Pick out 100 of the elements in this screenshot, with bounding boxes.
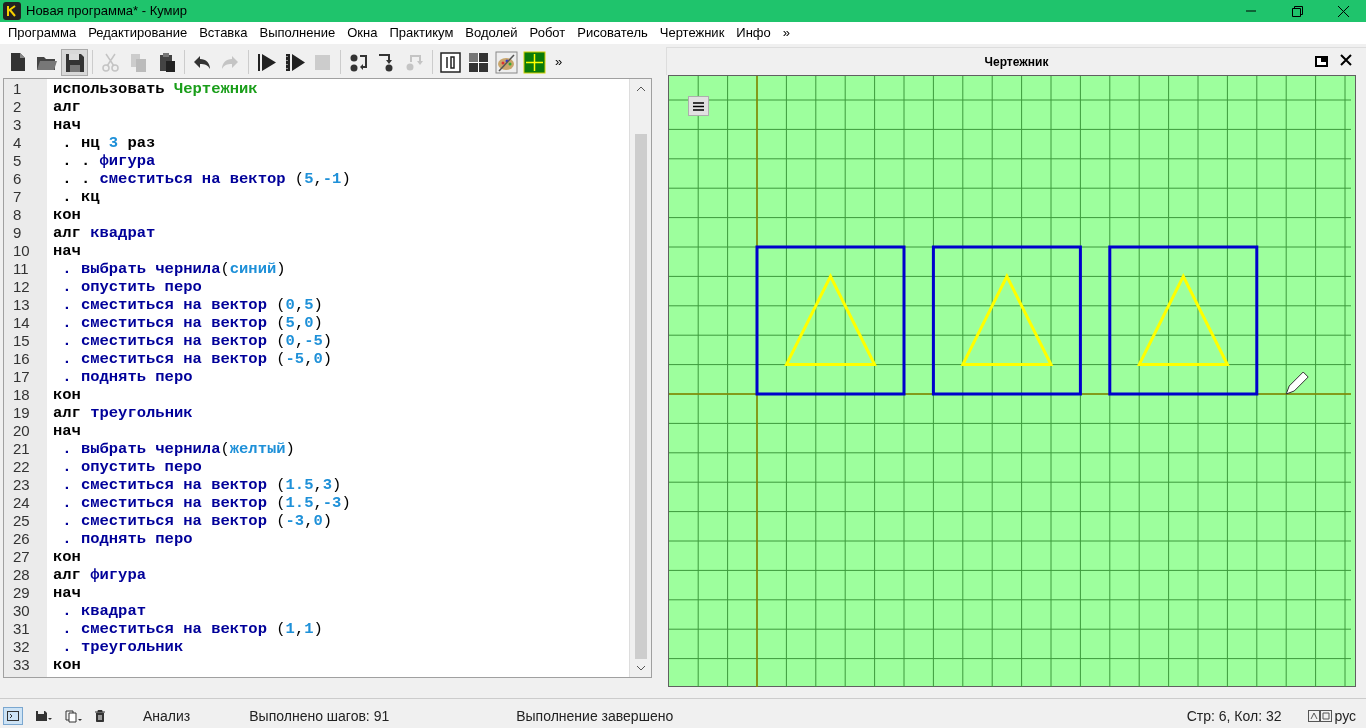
code-line: . сместиться на вектор (-5,0) (61, 350, 334, 368)
line-number: 9 (12, 224, 23, 242)
pen-icon (1285, 371, 1309, 395)
window-title: Новая программа* - Кумир (26, 2, 188, 21)
line-number: 25 (12, 512, 31, 530)
menu-item[interactable]: Инфо (730, 23, 777, 43)
line-number: 21 (12, 440, 31, 458)
line-number: 10 (12, 242, 31, 260)
menu-item[interactable]: Водолей (459, 23, 524, 43)
restore-icon (1291, 5, 1303, 17)
line-number: 13 (12, 296, 31, 314)
line-number: 4 (12, 134, 23, 152)
code-line: . поднять перо (61, 530, 194, 548)
line-number: 19 (12, 404, 31, 422)
line-number: 32 (12, 638, 31, 656)
code-line: использовать Чертежник (53, 80, 259, 98)
code-line: . квадрат (61, 602, 147, 620)
menu-item[interactable]: Вставка (193, 23, 254, 43)
code-line: . опустить перо (61, 278, 203, 296)
line-number: 6 (12, 170, 23, 188)
line-number: 31 (12, 620, 31, 638)
line-number: 3 (12, 116, 23, 134)
code-line: кон (53, 206, 82, 224)
line-number: 20 (12, 422, 31, 440)
line-number: 17 (12, 368, 31, 386)
status-mode: Анализ (143, 706, 191, 726)
code-line: . . сместиться на вектор (5,-1) (61, 170, 352, 188)
line-number: 26 (12, 530, 31, 548)
float-panel-button[interactable] (1315, 56, 1328, 67)
line-number: 12 (12, 278, 31, 296)
code-line: нач (53, 242, 82, 260)
line-number: 11 (12, 260, 30, 278)
close-icon (1337, 5, 1349, 17)
line-number: 29 (12, 584, 31, 602)
drafter-icon (523, 50, 546, 74)
menu-item[interactable]: Робот (523, 23, 572, 43)
line-number: 5 (12, 152, 23, 170)
line-number: 1 (12, 80, 23, 98)
menu-item[interactable]: Рисователь (571, 23, 654, 43)
panel-title: Чертежник (984, 53, 1049, 71)
grid-icon (467, 50, 490, 74)
menu-item[interactable]: Программа (2, 23, 83, 43)
app-logo-icon (3, 2, 21, 20)
code-line: . треугольник (61, 638, 185, 656)
code-line: кон (53, 386, 82, 404)
menu-icon (693, 101, 704, 111)
step-count: Выполнено шагов: 91 (249, 706, 390, 726)
code-line: алг фигура (53, 566, 148, 584)
line-number: 14 (12, 314, 31, 332)
line-number: 7 (12, 188, 23, 206)
input-language[interactable]: рус (1334, 705, 1356, 727)
line-number: 27 (12, 548, 31, 566)
code-line: нач (53, 584, 82, 602)
line-number: 18 (12, 386, 31, 404)
code-line: . нц 3 раз (61, 134, 157, 152)
more-tools-button[interactable]: » (555, 52, 563, 72)
code-line: . выбрать чернила(желтый) (61, 440, 296, 458)
menu-button[interactable] (688, 96, 709, 116)
code-line: кон (53, 656, 82, 674)
code-line: алг (53, 98, 82, 116)
code-line: кон (53, 548, 82, 566)
clear-output-button[interactable] (95, 710, 105, 722)
toolbar-button[interactable] (493, 48, 520, 76)
line-number: 24 (12, 494, 31, 512)
code-line: . поднять перо (61, 368, 194, 386)
copy-output-button[interactable] (65, 709, 83, 723)
vertical-scrollbar[interactable] (629, 79, 651, 677)
toolbar-button[interactable] (61, 48, 88, 76)
save-output-button[interactable] (35, 710, 53, 722)
menu-item[interactable]: Окна (341, 23, 384, 43)
code-line: . опустить перо (61, 458, 203, 476)
code-line: . выбрать чернила(синий) (61, 260, 287, 278)
line-number: 28 (12, 566, 31, 584)
keyboard-layout-icon (1307, 710, 1332, 722)
console-button[interactable] (3, 707, 23, 725)
line-number: 33 (12, 656, 31, 674)
code-line: . сместиться на вектор (0,-5) (61, 332, 334, 350)
menu-item[interactable]: Редактирование (82, 23, 194, 43)
code-line: алг квадрат (53, 224, 157, 242)
line-number: 22 (12, 458, 31, 476)
menu-item[interactable]: Чертежник (653, 23, 731, 43)
code-line: . сместиться на вектор (0,5) (61, 296, 324, 314)
close-panel-button[interactable] (1340, 54, 1352, 66)
line-number: 15 (12, 332, 31, 350)
code-line: нач (53, 116, 82, 134)
terminal-icon (7, 711, 19, 721)
counter-icon (439, 50, 462, 74)
code-line: . кц (61, 188, 101, 206)
cursor-position: Стр: 6, Кол: 32 (1186, 706, 1282, 726)
line-number: 30 (12, 602, 31, 620)
menu-item[interactable]: Выполнение (253, 23, 342, 43)
menu-item[interactable]: » (776, 23, 796, 43)
line-number: 8 (12, 206, 23, 224)
menu-item[interactable]: Практикум (383, 23, 460, 43)
line-number: 2 (12, 98, 23, 116)
code-line: . сместиться на вектор (5,0) (61, 314, 324, 332)
code-line: . сместиться на вектор (1,1) (61, 620, 324, 638)
status-message: Выполнение завершено (516, 706, 674, 726)
code-line: . . фигура (61, 152, 157, 170)
code-line: . сместиться на вектор (1.5,-3) (61, 494, 352, 512)
